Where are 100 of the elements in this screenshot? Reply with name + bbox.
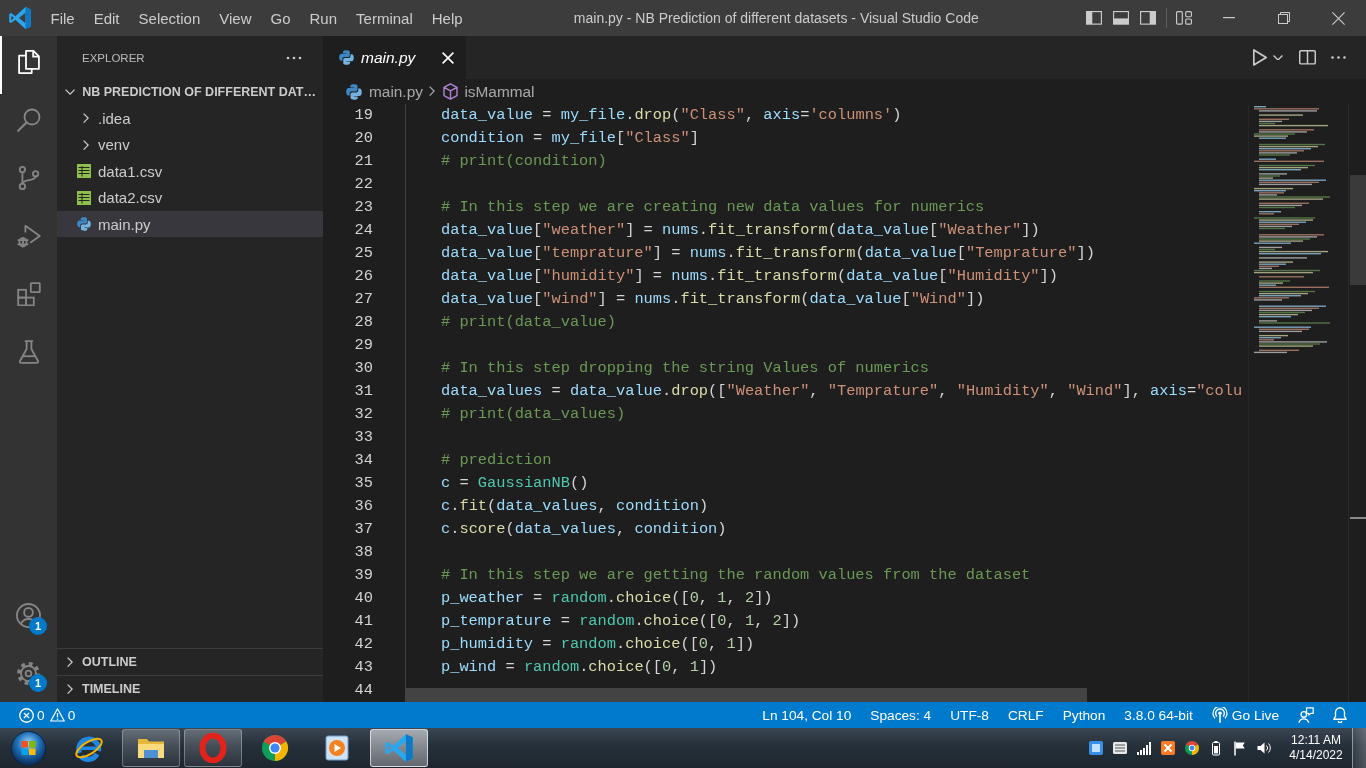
python-file-icon	[77, 217, 91, 232]
flag-icon[interactable]	[1232, 740, 1248, 756]
line-number: 22	[354, 175, 373, 193]
round-logo-icon	[260, 733, 290, 763]
feedback-icon	[1298, 707, 1314, 723]
code-line: c.score(data_values, condition)	[441, 520, 727, 538]
code-line: data_value["temprature"] = nums.fit_transform(data_value["Temprature"])	[441, 244, 1095, 262]
clock-time[interactable]: 12:11 AM	[1291, 733, 1341, 748]
menu-item[interactable]: File	[41, 0, 85, 36]
line-number: 26	[354, 267, 373, 285]
status-item[interactable]: UTF-8	[940, 702, 999, 728]
line-number: 44	[354, 681, 373, 699]
line-number: 25	[354, 244, 373, 262]
code-line: c.fit(data_values, condition)	[441, 497, 709, 515]
orb-icon	[10, 730, 46, 766]
code-line: data_value = my_file.drop("Class", axis='columns')	[441, 106, 902, 124]
play-icon	[1253, 49, 1267, 66]
code-line: data_value["wind"] = nums.fit_transform(data_value["Wind"])	[441, 290, 985, 308]
menu-item[interactable]: Terminal	[346, 0, 423, 36]
more-icon	[286, 55, 302, 60]
line-number: 37	[354, 520, 373, 538]
error-icon[interactable]	[19, 707, 34, 723]
restore-icon	[1277, 12, 1290, 24]
code-line: data_values = data_value.drop(["Weather", "Temprature", "Humidity", "Wind"], axis="colu	[441, 382, 1243, 400]
tree-item[interactable]: .idea	[57, 105, 323, 132]
code-line: data_value["weather"] = nums.fit_transform(data_value["Weather"])	[441, 221, 1040, 239]
folder-header[interactable]: NB PREDICTION OF DIFFERENT DAT…	[57, 79, 323, 106]
code-line: c = GaussianNB()	[441, 474, 589, 492]
section-header[interactable]: OUTLINE	[57, 648, 323, 675]
scrollbar-thumb[interactable]	[1350, 175, 1366, 285]
code-line: # prediction	[441, 451, 552, 469]
round-logo-icon[interactable]	[1184, 740, 1200, 756]
python-file-icon	[346, 83, 362, 100]
menu-item[interactable]: Selection	[129, 0, 210, 36]
scrollbar-thumb[interactable]	[405, 688, 1087, 702]
line-number: 28	[354, 313, 373, 331]
app-tile-icon[interactable]	[1088, 740, 1104, 756]
line-number: 31	[354, 382, 373, 400]
line-number: 43	[354, 658, 373, 676]
status-item[interactable]: Python	[1053, 702, 1115, 728]
person-circle-icon	[16, 602, 41, 628]
clock-date[interactable]: 4/14/2022	[1289, 748, 1343, 763]
line-number: 42	[354, 635, 373, 653]
search-icon	[16, 108, 41, 132]
ring-logo-icon	[198, 733, 228, 763]
code-line: p_weather = random.choice([0, 1, 2])	[441, 589, 773, 607]
line-number: 41	[354, 612, 373, 630]
line-number: 33	[354, 428, 373, 446]
notification-badge: 1	[29, 617, 47, 635]
caret-icon	[1273, 54, 1283, 61]
tree-item[interactable]: data2.csv	[57, 184, 323, 211]
menu-item[interactable]: Help	[422, 0, 473, 36]
line-number: 20	[354, 129, 373, 147]
menu-item[interactable]: Run	[300, 0, 347, 36]
line-number: 36	[354, 497, 373, 515]
editor-tab[interactable]: main.py	[323, 36, 467, 79]
taskbar-app-button[interactable]	[122, 729, 180, 767]
scrollbar-marker	[1350, 517, 1366, 519]
cross-tile-icon[interactable]	[1160, 740, 1176, 756]
notification-badge: 1	[29, 674, 47, 692]
python-file-icon	[339, 50, 354, 65]
chevron-right-icon	[428, 86, 435, 97]
status-item[interactable]: 3.8.0 64-bit	[1114, 702, 1203, 728]
breadcrumb-item[interactable]: main.py	[346, 82, 423, 101]
status-item[interactable]: Spaces: 4	[860, 702, 941, 728]
warning-icon[interactable]	[49, 708, 65, 722]
code-line: # print(data_values)	[441, 405, 626, 423]
close-tab-button[interactable]	[440, 49, 457, 66]
warning-count[interactable]: 0	[67, 707, 76, 723]
status-item[interactable]: Ln 104, Col 10	[752, 702, 861, 728]
sliders-icon[interactable]	[1112, 740, 1128, 756]
files-icon	[16, 50, 41, 74]
status-item[interactable]: CRLF	[998, 702, 1054, 728]
line-number: 24	[354, 221, 373, 239]
breadcrumb-item[interactable]: isMammal	[443, 82, 535, 101]
signal-icon[interactable]	[1136, 740, 1152, 756]
code-line: # In this step we are getting the random values from the dataset	[441, 566, 1031, 584]
sidebar-left-icon	[1086, 11, 1102, 25]
volume-icon[interactable]	[1256, 740, 1272, 756]
menu-item[interactable]: Go	[261, 0, 300, 36]
play-tile-icon	[322, 733, 352, 763]
code-line: data_value["humidity"] = nums.fit_transform(data_value["Humidity"])	[441, 267, 1058, 285]
tree-item[interactable]: data1.csv	[57, 158, 323, 185]
line-number: 40	[354, 589, 373, 607]
show-desktop-button[interactable]	[1352, 728, 1366, 768]
menu-item[interactable]: View	[209, 0, 261, 36]
line-number: 27	[354, 290, 373, 308]
cube-icon	[443, 83, 459, 100]
menu-item[interactable]: Edit	[84, 0, 130, 36]
line-number: 39	[354, 566, 373, 584]
error-count[interactable]: 0	[37, 707, 45, 723]
line-number: 21	[354, 152, 373, 170]
flask-icon	[16, 340, 41, 364]
bell-icon	[1333, 707, 1347, 723]
broadcast-icon	[1211, 707, 1228, 723]
tree-item[interactable]: venv	[57, 131, 323, 159]
more-icon	[1330, 56, 1346, 59]
minimize-icon	[1222, 17, 1235, 19]
go-live-button[interactable]: Go Live	[1202, 702, 1289, 728]
tree-item[interactable]: main.py	[57, 210, 323, 238]
